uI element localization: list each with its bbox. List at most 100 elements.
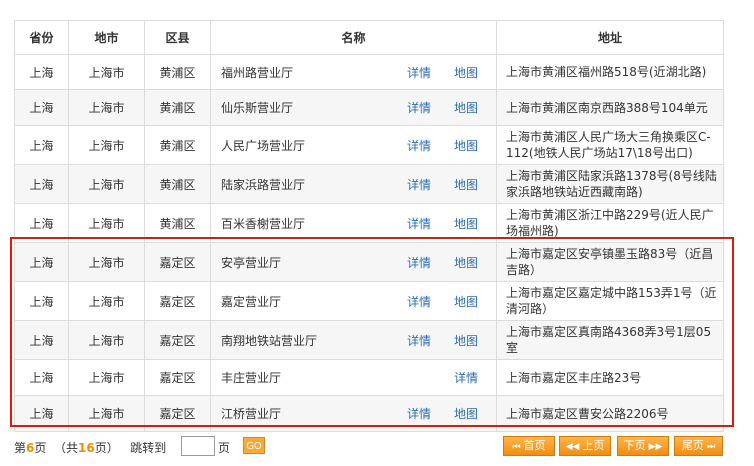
table-row: 上海 上海市 嘉定区 嘉定营业厅 详情 地图 上海市嘉定区嘉定城中路153弄1号（近清河路）: [14, 281, 724, 321]
cell-address: 上海市黄浦区福州路518号(近湖北路): [496, 54, 724, 90]
cell-province: 上海: [14, 242, 69, 282]
cell-province: 上海: [14, 320, 69, 360]
jump-suffix: 页: [218, 441, 231, 455]
cell-address: 上海市嘉定区嘉定城中路153弄1号（近清河路）: [496, 281, 724, 321]
detail-link[interactable]: 详情: [407, 99, 454, 116]
map-link[interactable]: 地图: [454, 293, 494, 310]
table-row: 上海 上海市 嘉定区 南翔地铁站营业厅 详情 地图 上海市嘉定区真南路4368弄3号1层05…: [14, 320, 724, 360]
cell-city: 上海市: [68, 281, 145, 321]
store-name: 百米香榭营业厅: [221, 216, 306, 231]
table-row: 上海 上海市 黄浦区 百米香榭营业厅 详情 地图 上海市黄浦区浙江中路229号(近人民广场福…: [14, 203, 724, 243]
store-table: 省份 地市 区县 名称 地址 上海 上海市 黄浦区 福州路营业厅 详情 地图 上海市黄浦区福…: [14, 20, 724, 432]
cell-district: 黄浦区: [144, 203, 211, 243]
table-row: 上海 上海市 嘉定区 安亭营业厅 详情 地图 上海市嘉定区安亭镇墨玉路83号（近昌吉路）: [14, 242, 724, 282]
cell-city: 上海市: [68, 54, 145, 90]
cell-district: 嘉定区: [144, 395, 211, 432]
cell-district: 嘉定区: [144, 242, 211, 282]
cell-name: 安亭营业厅 详情 地图: [210, 242, 497, 282]
map-link[interactable]: 地图: [454, 176, 494, 193]
cell-address: 上海市黄浦区陆家浜路1378号(8号线陆家浜路地铁站近西藏南路): [496, 164, 724, 204]
store-name: 陆家浜路营业厅: [221, 177, 306, 192]
detail-link[interactable]: 详情: [407, 254, 454, 271]
header-province: 省份: [14, 20, 69, 55]
store-name: 仙乐斯营业厅: [221, 101, 294, 115]
last-page-icon: ⏭: [706, 442, 716, 452]
header-district: 区县: [144, 20, 211, 55]
cell-name: 百米香榭营业厅 详情 地图: [210, 203, 497, 243]
cell-district: 嘉定区: [144, 281, 211, 321]
detail-link[interactable]: 详情: [407, 176, 454, 193]
header-name: 名称: [210, 20, 497, 55]
cell-address: 上海市嘉定区真南路4368弄3号1层05室: [496, 320, 724, 360]
cell-name: 江桥营业厅 详情 地图: [210, 395, 497, 432]
cell-district: 黄浦区: [144, 125, 211, 165]
last-page-button[interactable]: 尾页 ⏭: [674, 436, 723, 456]
cell-city: 上海市: [68, 125, 145, 165]
cell-district: 黄浦区: [144, 54, 211, 90]
cell-province: 上海: [14, 281, 69, 321]
cell-city: 上海市: [68, 164, 145, 204]
cell-name: 丰庄营业厅 详情: [210, 359, 497, 396]
prev-page-button[interactable]: ◀◀ 上页: [559, 436, 611, 456]
store-name: 江桥营业厅: [221, 407, 282, 421]
detail-link[interactable]: 详情: [407, 137, 454, 154]
go-button[interactable]: GO: [243, 437, 265, 454]
map-link[interactable]: 详情: [454, 369, 494, 386]
detail-link[interactable]: 详情: [407, 405, 454, 422]
store-name: 福州路营业厅: [221, 65, 294, 80]
map-link[interactable]: 地图: [454, 64, 494, 81]
cell-province: 上海: [14, 125, 69, 165]
store-name: 安亭营业厅: [221, 255, 282, 270]
cell-address: 上海市嘉定区丰庄路23号: [496, 359, 724, 396]
cell-address: 上海市嘉定区曹安公路2206号: [496, 395, 724, 432]
map-link[interactable]: 地图: [454, 99, 494, 116]
store-table-container: 省份 地市 区县 名称 地址 上海 上海市 黄浦区 福州路营业厅 详情 地图 上海市黄浦区福…: [14, 20, 724, 432]
cell-city: 上海市: [68, 395, 145, 432]
table-row: 上海 上海市 嘉定区 丰庄营业厅 详情 上海市嘉定区丰庄路23号: [14, 359, 724, 396]
page-info: 第6页 （共16页） 跳转到: [14, 441, 167, 455]
cell-province: 上海: [14, 164, 69, 204]
jump-label: 跳转到: [130, 441, 167, 455]
cell-name: 人民广场营业厅 详情 地图: [210, 125, 497, 165]
cell-district: 嘉定区: [144, 320, 211, 360]
cell-province: 上海: [14, 395, 69, 432]
map-link[interactable]: 地图: [454, 254, 494, 271]
cell-city: 上海市: [68, 359, 145, 396]
header-address: 地址: [496, 20, 724, 55]
header-city: 地市: [68, 20, 145, 55]
cell-city: 上海市: [68, 89, 145, 126]
map-link[interactable]: 地图: [454, 405, 494, 422]
first-page-button[interactable]: ⏮ 首页: [503, 436, 555, 456]
cell-address: 上海市黄浦区人民广场大三角换乘区C-112(地铁人民广场站17\18号出口): [496, 125, 724, 165]
cell-city: 上海市: [68, 320, 145, 360]
jump-page-input[interactable]: [181, 436, 215, 456]
cell-district: 嘉定区: [144, 359, 211, 396]
next-page-button[interactable]: 下页 ▶▶: [617, 436, 669, 456]
cell-name: 福州路营业厅 详情 地图: [210, 54, 497, 90]
detail-link[interactable]: 详情: [407, 332, 454, 349]
detail-link[interactable]: 详情: [407, 215, 454, 232]
map-link[interactable]: 地图: [454, 137, 494, 154]
map-link[interactable]: 地图: [454, 332, 494, 349]
cell-address: 上海市黄浦区南京西路388号104单元: [496, 89, 724, 126]
store-name: 人民广场营业厅: [221, 138, 306, 153]
pagination-bar: 第6页 （共16页） 跳转到 页 GO ⏮ 首页 ◀◀ 上页 下页 ▶▶ 尾页 ⏭: [14, 436, 723, 458]
store-name: 嘉定营业厅: [221, 294, 282, 309]
cell-name: 南翔地铁站营业厅 详情 地图: [210, 320, 497, 360]
table-row: 上海 上海市 嘉定区 江桥营业厅 详情 地图 上海市嘉定区曹安公路2206号: [14, 395, 724, 432]
cell-city: 上海市: [68, 203, 145, 243]
cell-name: 陆家浜路营业厅 详情 地图: [210, 164, 497, 204]
cell-district: 黄浦区: [144, 164, 211, 204]
store-name: 南翔地铁站营业厅: [221, 333, 318, 348]
cell-province: 上海: [14, 54, 69, 90]
table-row: 上海 上海市 黄浦区 仙乐斯营业厅 详情 地图 上海市黄浦区南京西路388号104单元: [14, 89, 724, 126]
cell-address: 上海市嘉定区安亭镇墨玉路83号（近昌吉路）: [496, 242, 724, 282]
cell-district: 黄浦区: [144, 89, 211, 126]
detail-link[interactable]: 详情: [407, 293, 454, 310]
table-row: 上海 上海市 黄浦区 陆家浜路营业厅 详情 地图 上海市黄浦区陆家浜路1378号(8号线陆家…: [14, 164, 724, 204]
prev-page-icon: ◀◀: [565, 442, 580, 452]
detail-link[interactable]: 详情: [407, 64, 454, 81]
map-link[interactable]: 地图: [454, 215, 494, 232]
cell-address: 上海市黄浦区浙江中路229号(近人民广场福州路): [496, 203, 724, 243]
cell-province: 上海: [14, 359, 69, 396]
